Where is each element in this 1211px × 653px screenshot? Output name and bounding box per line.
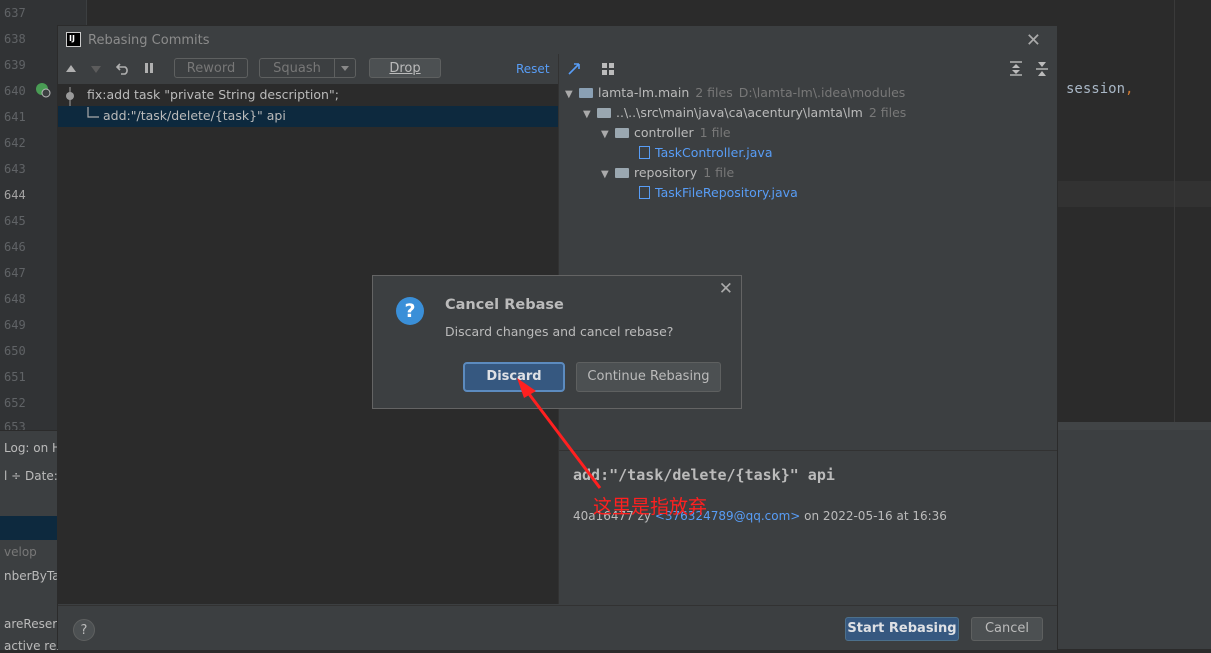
group-by-icon[interactable] bbox=[601, 62, 615, 76]
tool-window-right bbox=[1058, 430, 1211, 649]
line-number: 637 bbox=[4, 6, 26, 20]
code-fragment: session, bbox=[1066, 81, 1134, 97]
annotation-text: 这里是指放弃 bbox=[593, 496, 708, 518]
file-count: 2 files bbox=[695, 85, 733, 100]
changes-toolbar bbox=[559, 54, 1057, 84]
line-number: 650 bbox=[4, 344, 26, 358]
line-number: 639 bbox=[4, 58, 26, 72]
intellij-logo-icon: IJ bbox=[66, 32, 81, 47]
cancel-rebase-dialog: ✕ ? Cancel Rebase Discard changes and ca… bbox=[372, 275, 742, 409]
folder-icon bbox=[615, 167, 629, 178]
file-name: TaskController.java bbox=[655, 145, 773, 160]
line-number: 649 bbox=[4, 318, 26, 332]
close-icon[interactable]: ✕ bbox=[719, 279, 733, 299]
line-number: 648 bbox=[4, 292, 26, 306]
line-number: 643 bbox=[4, 162, 26, 176]
start-rebasing-button[interactable]: Start Rebasing bbox=[845, 617, 959, 641]
dialog-footer: ? Start Rebasing Cancel bbox=[58, 605, 1057, 650]
chevron-down-icon[interactable]: ▼ bbox=[601, 166, 615, 184]
graph-node-icon bbox=[66, 87, 74, 106]
file-count: 1 file bbox=[699, 125, 731, 140]
package-path: ..\..\src\main\java\ca\acentury\lamta\lm bbox=[616, 105, 863, 120]
move-up-icon[interactable] bbox=[65, 64, 77, 74]
editor-area bbox=[1058, 0, 1211, 430]
details-divider[interactable] bbox=[559, 450, 1057, 451]
java-file-icon bbox=[639, 146, 650, 159]
drop-button[interactable]: Drop bbox=[369, 58, 441, 78]
diff-arrows-icon[interactable] bbox=[567, 62, 581, 76]
git-log-panel: Log: on H l ÷ Date: A velop nberByTas ar… bbox=[0, 430, 70, 653]
line-number: 638 bbox=[4, 32, 26, 46]
commits-toolbar: Reword Squash Drop Reset bbox=[58, 54, 558, 84]
commit-message: add:"/task/delete/{task}" api bbox=[103, 108, 286, 123]
dialog-title-bar[interactable]: IJ Rebasing Commits ✕ bbox=[58, 26, 1057, 54]
pause-icon[interactable] bbox=[143, 62, 155, 74]
commit-detail-subject: add:"/task/delete/{task}" api bbox=[573, 466, 835, 484]
java-file-icon bbox=[639, 186, 650, 199]
tree-folder-node[interactable]: ▼ controller 1 file bbox=[601, 124, 731, 144]
reset-link[interactable]: Reset bbox=[516, 62, 550, 76]
help-button[interactable]: ? bbox=[73, 619, 95, 641]
line-number: 652 bbox=[4, 396, 26, 410]
folder-icon bbox=[597, 107, 611, 118]
chevron-down-icon[interactable]: ▼ bbox=[583, 106, 597, 124]
question-icon: ? bbox=[396, 297, 424, 325]
line-number: 640 bbox=[4, 84, 26, 98]
tree-file-node[interactable]: TaskController.java bbox=[639, 144, 772, 162]
confirm-title: Cancel Rebase bbox=[445, 297, 564, 313]
squash-button[interactable]: Squash bbox=[259, 58, 335, 78]
tree-file-node[interactable]: TaskFileRepository.java bbox=[639, 184, 798, 202]
close-icon[interactable]: ✕ bbox=[1026, 30, 1041, 51]
chevron-down-icon[interactable]: ▼ bbox=[601, 126, 615, 144]
dialog-title: Rebasing Commits bbox=[88, 33, 210, 48]
module-icon bbox=[579, 87, 593, 98]
collapse-all-icon[interactable] bbox=[1035, 61, 1049, 77]
line-number: 651 bbox=[4, 370, 26, 384]
discard-button[interactable]: Discard bbox=[463, 362, 565, 392]
expand-all-icon[interactable] bbox=[1009, 61, 1023, 77]
undo-icon[interactable] bbox=[116, 61, 130, 75]
right-margin-guide bbox=[1174, 0, 1175, 430]
commit-row-selected[interactable]: add:"/task/delete/{task}" api bbox=[58, 106, 558, 127]
folder-icon bbox=[615, 127, 629, 138]
move-down-icon[interactable] bbox=[90, 64, 102, 74]
squash-dropdown[interactable] bbox=[334, 58, 356, 78]
commit-date: on 2022-05-16 at 16:36 bbox=[804, 509, 947, 523]
confirm-message: Discard changes and cancel rebase? bbox=[445, 324, 674, 339]
scrollbar-strip[interactable] bbox=[1058, 422, 1211, 430]
continue-rebasing-button[interactable]: Continue Rebasing bbox=[576, 362, 721, 392]
run-gutter-icon[interactable] bbox=[35, 82, 51, 98]
cancel-button[interactable]: Cancel bbox=[971, 617, 1043, 641]
tree-folder-node[interactable]: ▼ repository 1 file bbox=[601, 164, 734, 184]
folder-name: repository bbox=[634, 165, 698, 180]
file-count: 2 files bbox=[868, 105, 907, 120]
branch-label: velop bbox=[4, 545, 37, 559]
tree-module-node[interactable]: ▼ lamta-lm.main 2 files D:\lamta-lm\.idea\m… bbox=[565, 84, 905, 104]
line-number: 645 bbox=[4, 214, 26, 228]
line-number: 641 bbox=[4, 110, 26, 124]
chevron-down-icon[interactable]: ▼ bbox=[565, 86, 579, 104]
module-name: lamta-lm.main bbox=[598, 85, 690, 100]
tree-package-node[interactable]: ▼ ..\..\src\main\java\ca\acentury\lamta\l… bbox=[583, 104, 906, 124]
commit-row[interactable]: fix:add task "private String description… bbox=[58, 85, 558, 106]
chevron-down-icon bbox=[341, 66, 349, 71]
file-count: 1 file bbox=[703, 165, 735, 180]
line-number: 647 bbox=[4, 266, 26, 280]
selected-log-row[interactable] bbox=[0, 516, 57, 540]
caret-row-highlight bbox=[1058, 181, 1211, 207]
commit-message: fix:add task "private String description… bbox=[87, 87, 339, 102]
file-name: TaskFileRepository.java bbox=[655, 185, 798, 200]
line-number: 646 bbox=[4, 240, 26, 254]
child-commit-icon bbox=[87, 107, 99, 118]
log-tab[interactable]: Log: on H bbox=[4, 441, 61, 455]
line-number: 644 bbox=[4, 188, 26, 202]
line-number: 642 bbox=[4, 136, 26, 150]
log-item[interactable]: active res bbox=[4, 639, 63, 653]
module-path: D:\lamta-lm\.idea\modules bbox=[738, 85, 906, 100]
log-item[interactable]: areReserv bbox=[4, 617, 64, 631]
folder-name: controller bbox=[634, 125, 694, 140]
reword-button[interactable]: Reword bbox=[174, 58, 248, 78]
